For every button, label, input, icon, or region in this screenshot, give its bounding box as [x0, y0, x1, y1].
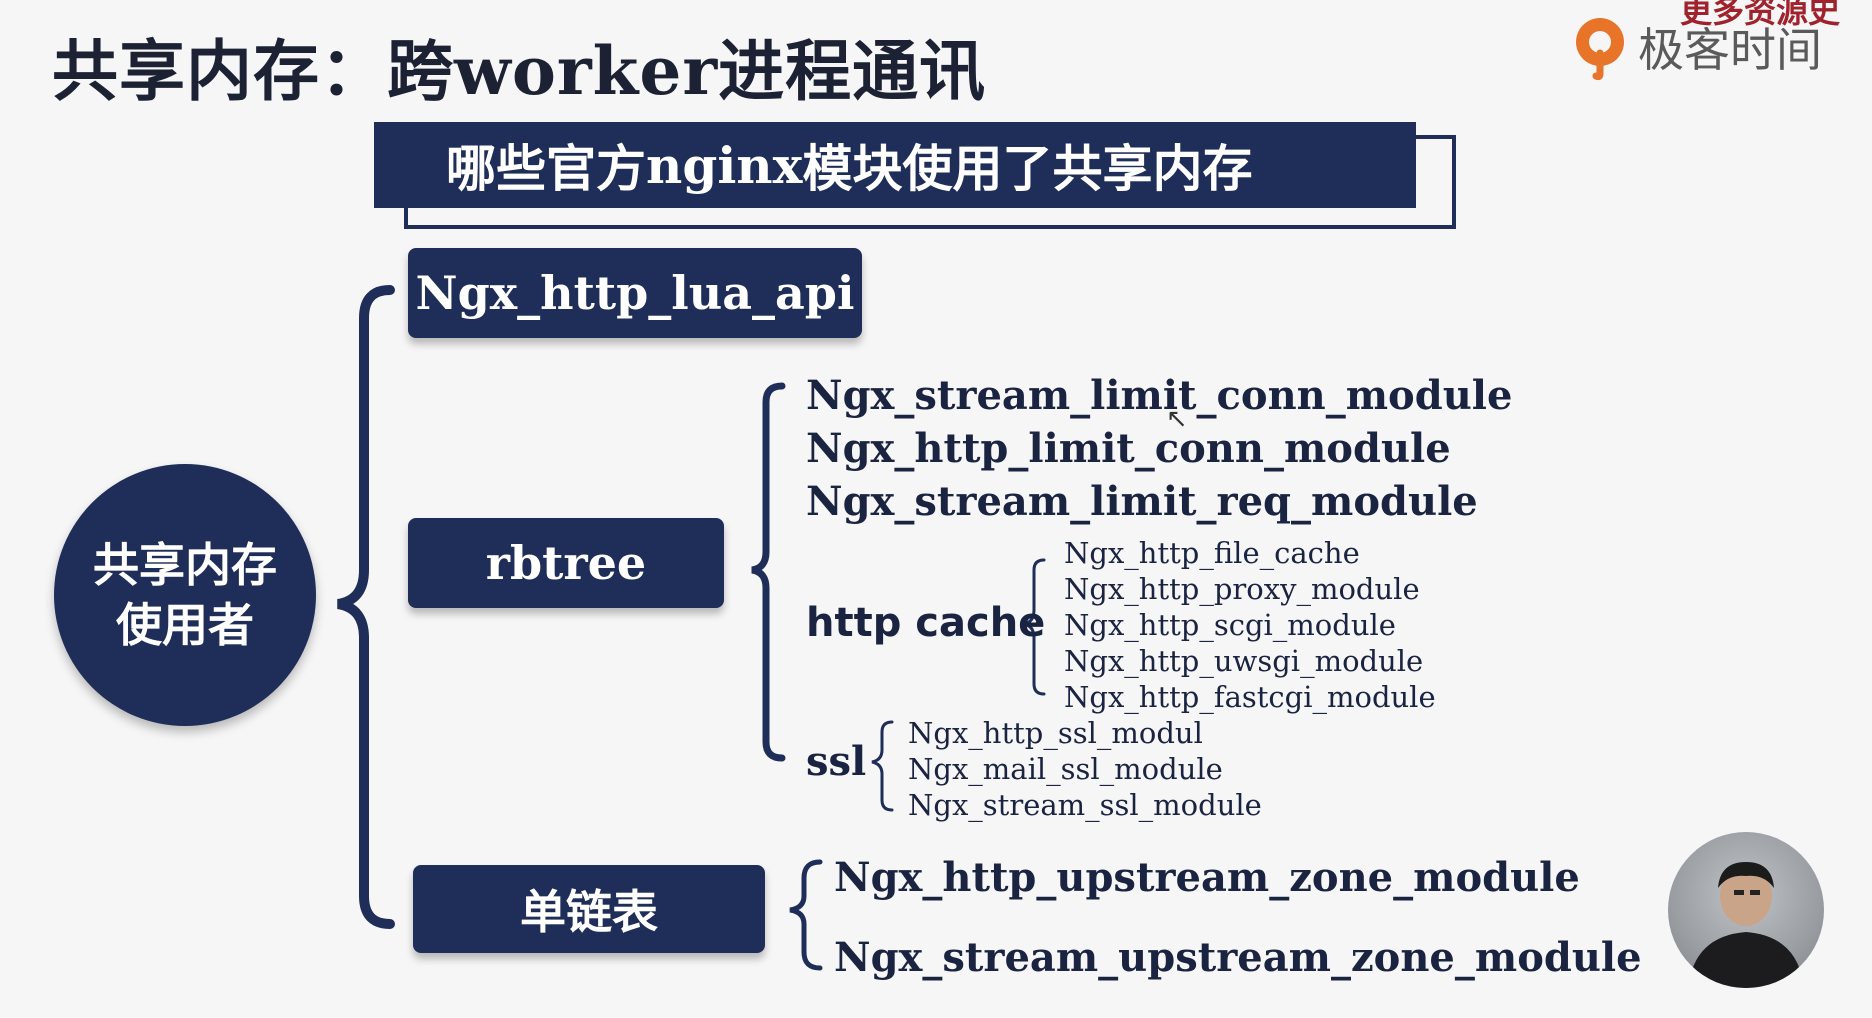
rbtree-module: Ngx_stream_limit_req_module [806, 478, 1478, 525]
http-cache-module: Ngx_http_file_cache [1064, 536, 1360, 570]
ssl-module: Ngx_http_ssl_modul [908, 716, 1203, 750]
http-cache-label: http cache [806, 600, 1046, 646]
root-line-1: 共享内存 [93, 538, 277, 592]
ssl-module: Ngx_stream_ssl_module [908, 788, 1262, 822]
root-line-2: 使用者 [116, 598, 254, 652]
presenter-webcam-avatar [1668, 832, 1824, 988]
main-brace [336, 285, 395, 929]
ssl-module: Ngx_mail_ssl_module [908, 752, 1223, 786]
http-cache-module: Ngx_http_proxy_module [1064, 572, 1420, 606]
rbtree-module: Ngx_stream_limit_conn_module [806, 372, 1513, 419]
node-lua-api: Ngx_http_lua_api [408, 248, 862, 338]
http-cache-module: Ngx_http_scgi_module [1064, 608, 1396, 642]
rbtree-brace [751, 382, 786, 762]
http-cache-module: Ngx_http_uwsgi_module [1064, 644, 1424, 678]
root-node-shared-memory-users: 共享内存 使用者 [54, 464, 316, 726]
linked-list-module: Ngx_stream_upstream_zone_module [834, 934, 1642, 981]
rbtree-module: Ngx_http_limit_conn_module [806, 425, 1451, 472]
ssl-label: ssl [806, 738, 867, 785]
node-linked-list: 单链表 [413, 865, 765, 953]
ssl-brace [871, 720, 894, 812]
node-rbtree: rbtree [408, 518, 724, 608]
linked-list-module: Ngx_http_upstream_zone_module [834, 854, 1580, 901]
linked-list-brace [789, 859, 823, 971]
mouse-cursor-icon: ↖ [1166, 404, 1188, 434]
http-cache-module: Ngx_http_fastcgi_module [1064, 680, 1436, 714]
presenter-silhouette-icon [1688, 862, 1804, 988]
